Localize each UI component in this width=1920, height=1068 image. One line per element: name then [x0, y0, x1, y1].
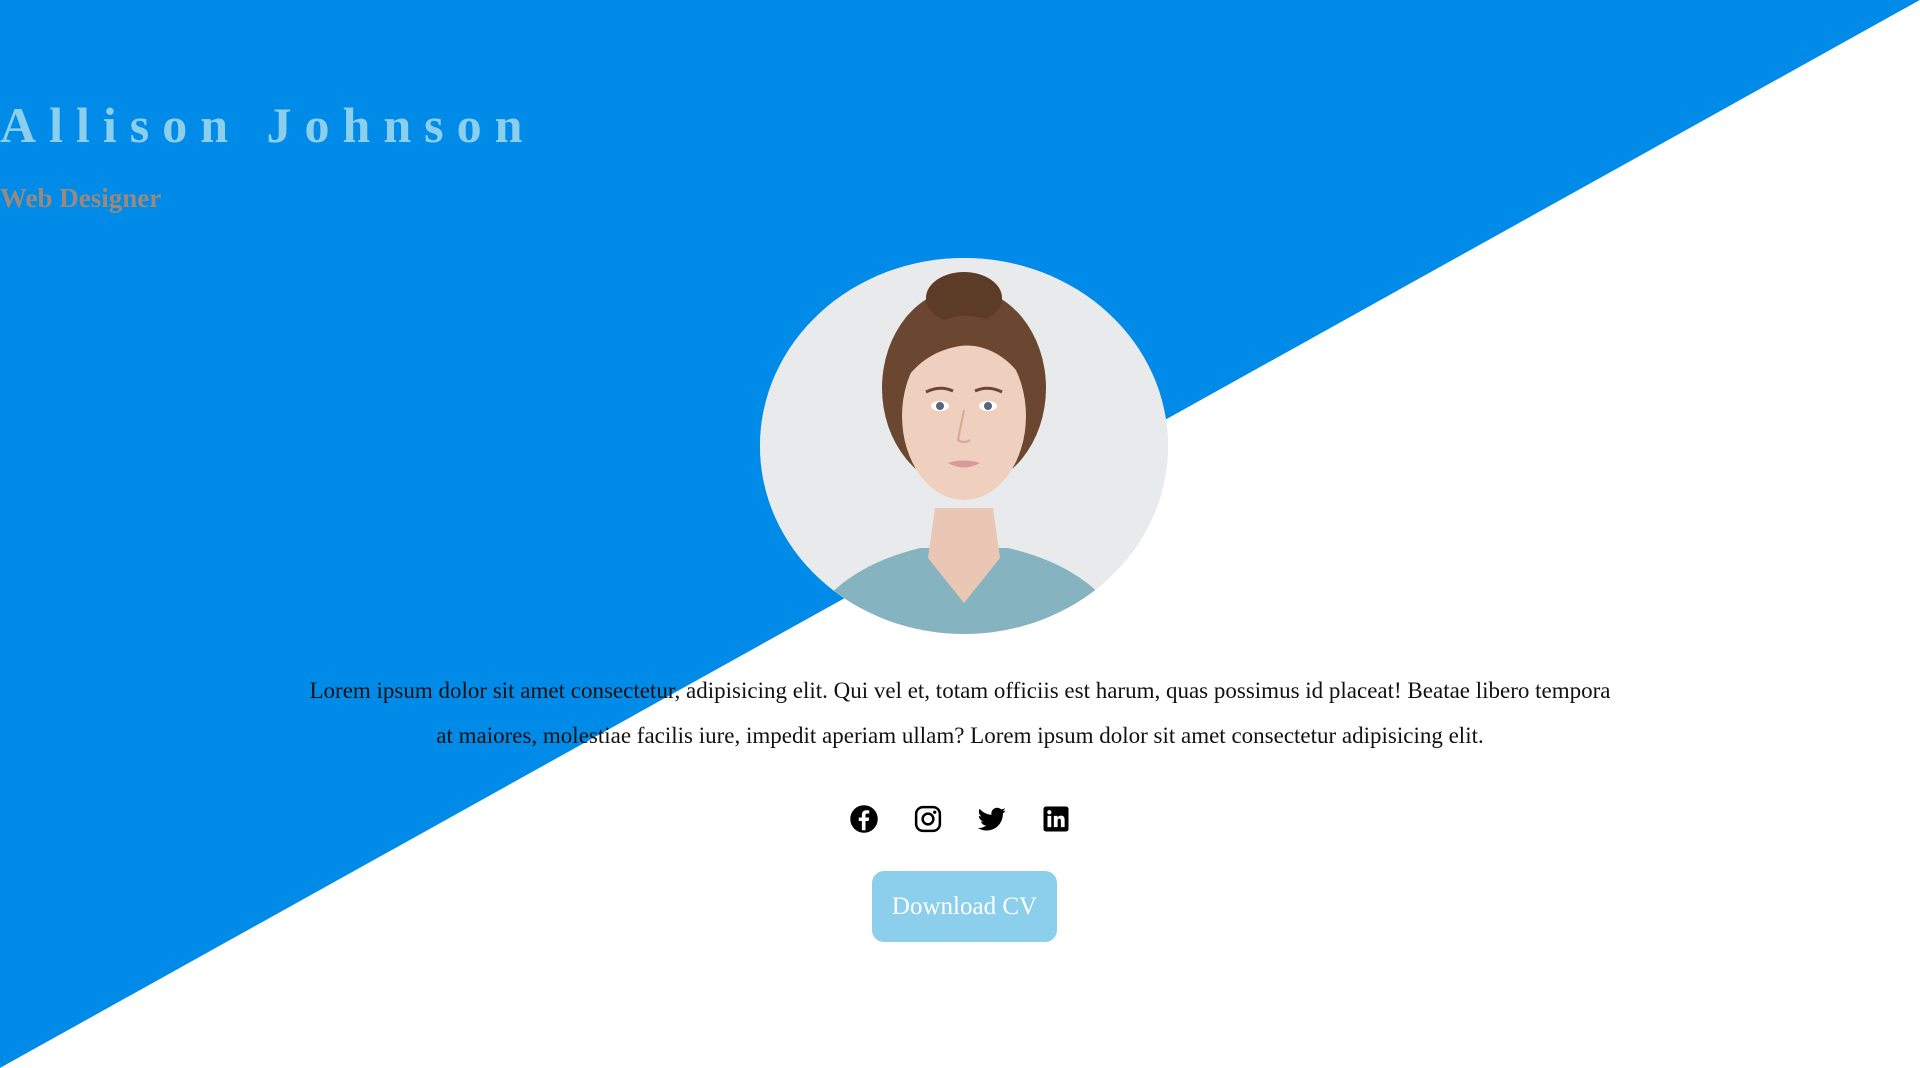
facebook-link[interactable]	[849, 804, 879, 834]
page: Allison Johnson Web Designer Lorem ipsum…	[0, 0, 1920, 1068]
linkedin-icon	[1043, 806, 1069, 832]
download-cv-button[interactable]: Download CV	[872, 871, 1057, 942]
social-links	[0, 804, 1920, 834]
facebook-icon	[850, 805, 878, 833]
profile-bio: Lorem ipsum dolor sit amet consectetur, …	[309, 678, 1611, 748]
linkedin-link[interactable]	[1041, 804, 1071, 834]
twitter-icon	[977, 807, 1006, 831]
instagram-icon	[914, 805, 942, 833]
instagram-link[interactable]	[913, 804, 943, 834]
portrait-image	[760, 258, 1168, 634]
profile-photo	[760, 258, 1168, 634]
profile-name: Allison Johnson	[0, 97, 536, 153]
twitter-link[interactable]	[977, 804, 1007, 834]
profile-role: Web Designer	[0, 183, 162, 213]
